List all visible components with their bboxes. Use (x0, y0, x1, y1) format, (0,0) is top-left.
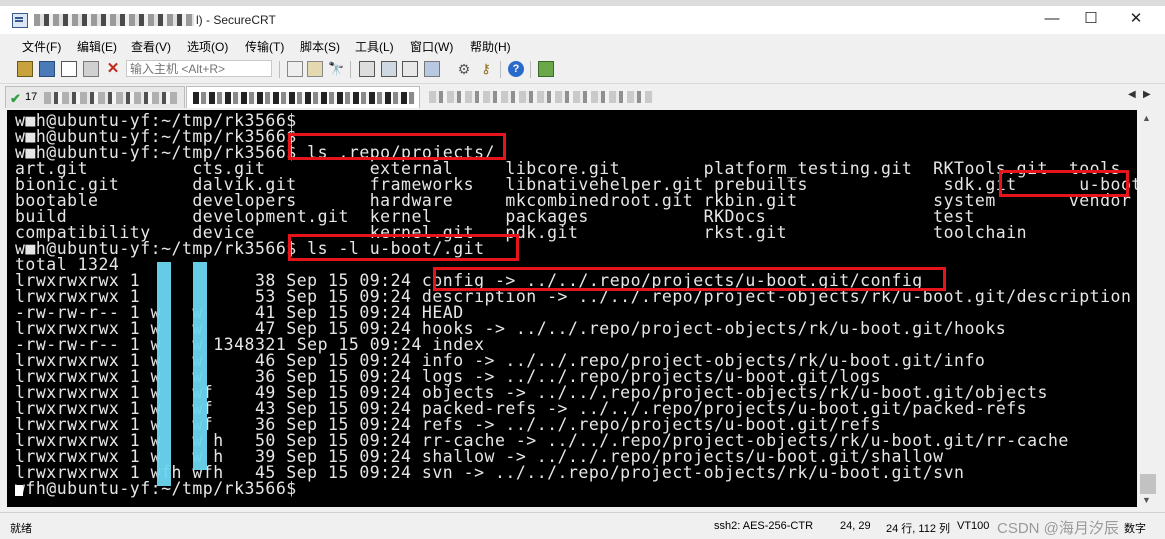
tab-redacted-label (429, 91, 653, 103)
redacted-group-column (193, 262, 207, 470)
terminal-line: wfh@ubuntu-yf:~/tmp/rk3566$ (15, 479, 297, 498)
status-cipher: ssh2: AES-256-CTR (714, 520, 814, 532)
print-setup-icon[interactable] (402, 61, 418, 77)
highlight-box (288, 133, 506, 160)
key-icon[interactable]: ⚷ (478, 61, 494, 77)
menu-help[interactable]: 帮助(H) (470, 38, 511, 55)
highlight-box (288, 234, 519, 261)
copy-icon[interactable] (287, 61, 303, 77)
highlight-box (433, 267, 946, 291)
find-icon[interactable]: 🔭 (328, 61, 344, 77)
session-tab-active[interactable] (186, 86, 420, 108)
session-tab[interactable] (421, 86, 661, 108)
host-input[interactable] (126, 60, 272, 77)
toolbar-separator (530, 61, 531, 78)
menu-view[interactable]: 查看(V) (131, 38, 171, 55)
maximize-button[interactable]: ☐ (1068, 6, 1114, 34)
menu-bar: 文件(F) 编辑(E) 查看(V) 选项(O) 传输(T) 脚本(S) 工具(L… (0, 34, 1165, 56)
status-terminal-size: 24 行, 112 列 (886, 523, 950, 535)
help-icon[interactable]: ? (508, 61, 524, 77)
status-bar: 就绪 ssh2: AES-256-CTR 24, 29 24 行, 112 列 … (0, 512, 1165, 539)
terminal-scrollbar[interactable]: ▲ ▼ (1138, 110, 1158, 507)
status-numlock: 数字 (1124, 523, 1146, 535)
sftp-icon[interactable] (424, 61, 440, 77)
menu-window[interactable]: 窗口(W) (410, 38, 453, 55)
title-bar: l) - SecureCRT — ☐ ✕ (0, 6, 1165, 34)
close-button[interactable]: ✕ (1113, 6, 1159, 34)
status-ready: 就绪 (10, 523, 32, 535)
connected-check-icon: ✔ (10, 91, 21, 106)
menu-script[interactable]: 脚本(S) (300, 38, 340, 55)
connect-tab-icon[interactable] (61, 61, 77, 77)
window-title: l) - SecureCRT (196, 13, 276, 27)
toolbar-separator (350, 61, 351, 78)
menu-tools[interactable]: 工具(L) (355, 38, 394, 55)
title-redacted-region (34, 14, 194, 26)
status-emulation: VT100 (957, 520, 990, 532)
print-icon[interactable] (359, 61, 375, 77)
scroll-down-icon[interactable]: ▼ (1142, 495, 1151, 505)
screenshot-icon[interactable] (538, 61, 554, 77)
tab-redacted-label (193, 92, 415, 104)
tab-scroll-right-icon[interactable]: ▶ (1143, 89, 1151, 100)
toolbar-separator (500, 61, 501, 78)
csdn-watermark: CSDN @海月汐辰 (997, 520, 1119, 537)
reconnect-icon[interactable] (83, 61, 99, 77)
connect-icon[interactable] (17, 61, 33, 77)
redacted-owner-column (157, 262, 171, 486)
session-tab[interactable]: ✔ 17 (5, 86, 185, 108)
tab-scroll-left-icon[interactable]: ◀ (1128, 89, 1136, 100)
tab-redacted-label (44, 92, 180, 104)
disconnect-icon[interactable]: ✕ (105, 61, 121, 77)
paste-icon[interactable] (307, 61, 323, 77)
quick-connect-icon[interactable] (39, 61, 55, 77)
print-selection-icon[interactable] (381, 61, 397, 77)
scrollbar-thumb[interactable] (1140, 474, 1156, 494)
menu-options[interactable]: 选项(O) (187, 38, 228, 55)
session-tab-label: 17 (25, 91, 38, 103)
menu-transfer[interactable]: 传输(T) (245, 38, 284, 55)
highlight-box (999, 170, 1129, 197)
scroll-up-icon[interactable]: ▲ (1142, 113, 1151, 123)
toolbar-separator (279, 61, 280, 78)
terminal[interactable]: w■h@ubuntu-yf:~/tmp/rk3566$ w■h@ubuntu-yf… (7, 110, 1137, 507)
securecrt-app-icon (12, 13, 28, 28)
settings-icon[interactable]: ⚙ (456, 61, 472, 77)
terminal-cursor (15, 485, 23, 496)
menu-file[interactable]: 文件(F) (22, 38, 61, 55)
toolbar: ✕ 🔭 ⚙ ⚷ ? (0, 56, 1165, 84)
menu-edit[interactable]: 编辑(E) (77, 38, 117, 55)
status-cursor-position: 24, 29 (840, 520, 871, 532)
session-tab-bar: ✔ 17 ◀ ▶ (0, 84, 1165, 109)
